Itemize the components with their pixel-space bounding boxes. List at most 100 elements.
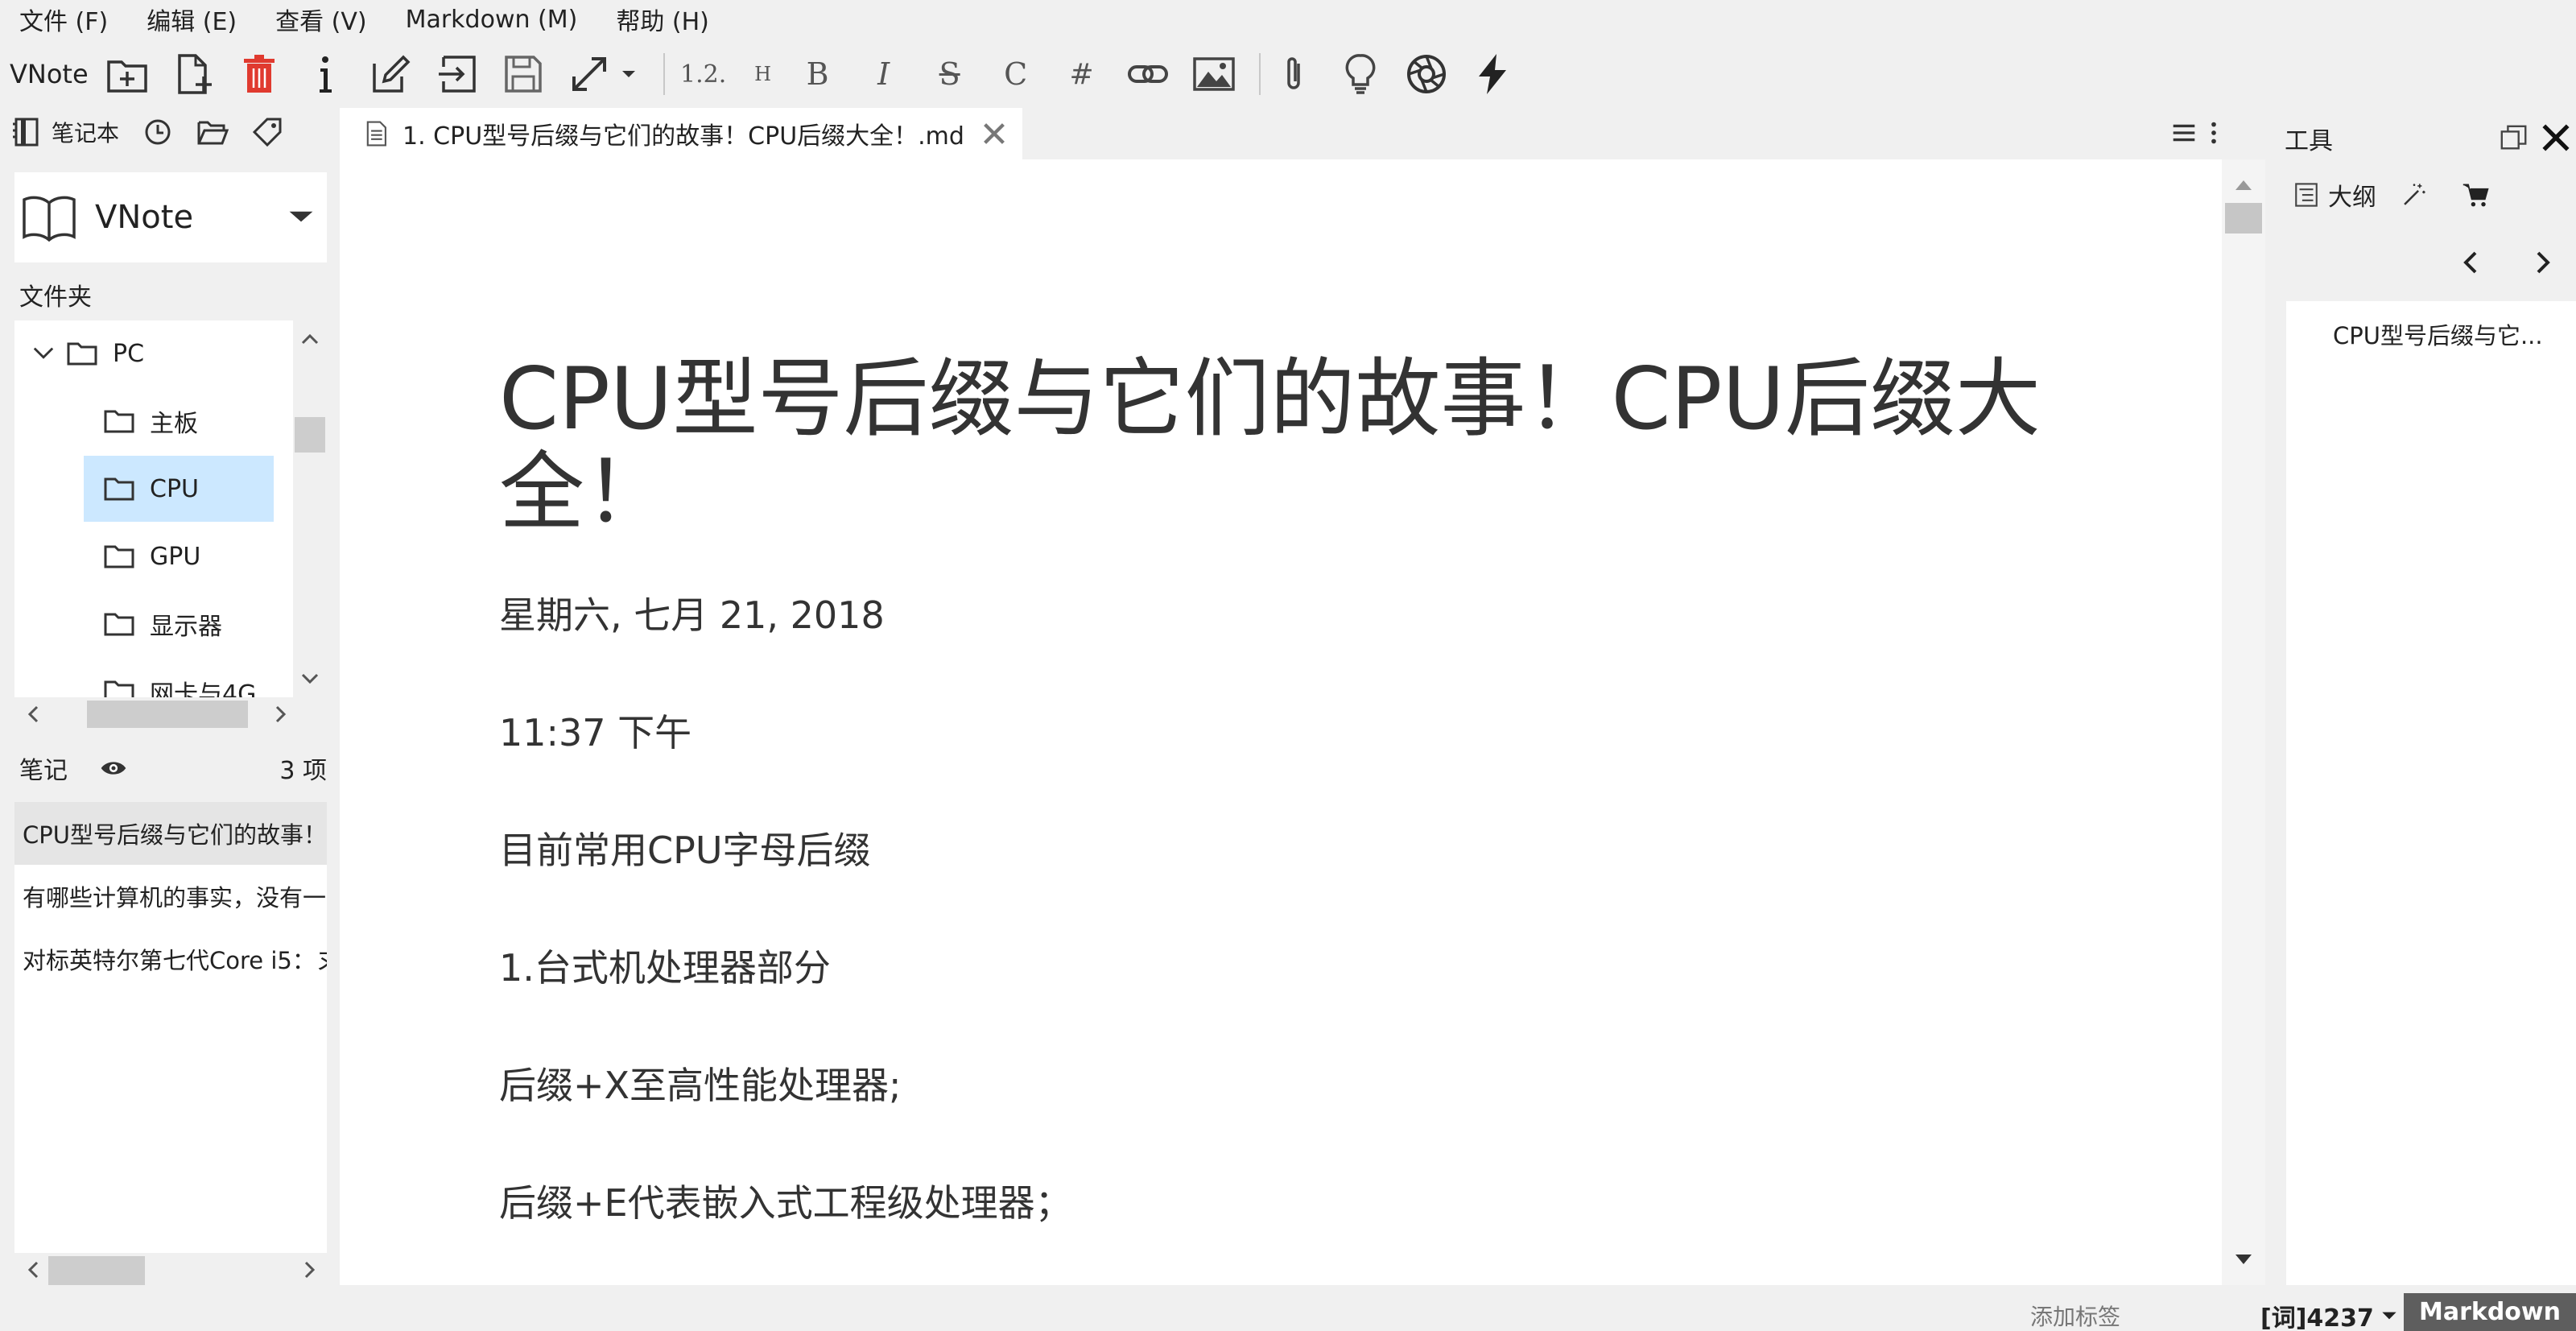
menu-edit[interactable]: 编辑 (E)	[147, 2, 237, 37]
toolbar-separator	[663, 53, 665, 95]
menu-help[interactable]: 帮助 (H)	[616, 2, 709, 37]
tree-item-network[interactable]: 网卡与4G	[103, 659, 293, 697]
tab-outline[interactable]: 大纲	[2293, 177, 2376, 213]
chevron-right-icon[interactable]	[264, 697, 296, 731]
folder-tree-vscrollbar[interactable]	[293, 320, 327, 697]
tag-icon	[252, 118, 282, 147]
tree-item-label: 主板	[150, 410, 198, 438]
chevron-up-icon[interactable]	[2222, 169, 2265, 201]
code-block-button[interactable]: #	[1055, 47, 1109, 101]
chevron-down-icon[interactable]	[2222, 1243, 2265, 1275]
insert-image-button[interactable]	[1187, 47, 1241, 101]
notes-label: 笔记	[19, 757, 68, 785]
tree-item-gpu[interactable]: GPU	[103, 523, 293, 589]
inline-code-button[interactable]: C	[989, 47, 1043, 101]
attachment-button[interactable]	[1267, 47, 1322, 101]
editor-vscrollbar[interactable]	[2222, 159, 2265, 1285]
info-icon	[319, 56, 332, 93]
scrollbar-thumb[interactable]	[87, 701, 248, 728]
save-button[interactable]	[496, 47, 551, 101]
note-item[interactable]: CPU型号后缀与它们的故事！	[14, 802, 327, 865]
numbered-list-button[interactable]: 1.2.	[671, 47, 736, 101]
editor-tab-bar: 1. CPU型号后缀与它们的故事！CPU后缀大全！.md	[340, 108, 2222, 159]
tree-item-label: 网卡与4G	[150, 680, 257, 697]
chevron-left-icon[interactable]	[2455, 246, 2487, 279]
chevron-right-icon[interactable]	[2526, 246, 2558, 279]
close-icon[interactable]	[2539, 121, 2573, 155]
more-vertical-icon[interactable]	[2206, 118, 2222, 148]
chevron-left-icon[interactable]	[18, 697, 50, 731]
exit-edit-button[interactable]	[430, 47, 485, 101]
editor-tab[interactable]: 1. CPU型号后缀与它们的故事！CPU后缀大全！.md	[340, 108, 1022, 159]
tree-item-cpu[interactable]: CPU	[84, 456, 274, 522]
cart-icon[interactable]	[2462, 180, 2491, 209]
new-note-button[interactable]	[166, 47, 221, 101]
italic-icon: I	[877, 56, 890, 92]
outline-item[interactable]: CPU型号后缀与它...	[2333, 317, 2543, 351]
folder-tree-hscrollbar[interactable]	[14, 697, 327, 731]
info-button[interactable]	[298, 47, 353, 101]
close-icon[interactable]	[979, 118, 1009, 149]
lightbulb-icon	[1345, 54, 1376, 94]
tab-notebooks-label: 笔记本	[52, 120, 120, 147]
tab-outline-label: 大纲	[2328, 184, 2376, 212]
folder-icon	[104, 613, 134, 636]
float-window-icon[interactable]	[2499, 122, 2529, 153]
document-icon	[366, 121, 386, 147]
tools-tabs: 大纲	[2286, 172, 2568, 217]
chevron-down-icon[interactable]	[31, 341, 56, 366]
menu-icon[interactable]	[2169, 118, 2199, 148]
quick-action-button[interactable]	[1465, 47, 1520, 101]
new-notebook-button[interactable]	[100, 47, 155, 101]
expand-dropdown-button[interactable]	[617, 47, 641, 101]
notes-hscrollbar[interactable]	[14, 1253, 327, 1288]
note-item[interactable]: 对标英特尔第七代Core i5：ヌ	[14, 928, 327, 990]
edit-button[interactable]	[364, 47, 419, 101]
menu-view[interactable]: 查看 (V)	[275, 2, 366, 37]
bold-button[interactable]: B	[791, 47, 845, 101]
strikethrough-button[interactable]: S	[923, 47, 977, 101]
left-panel-tabs: 笔记本	[11, 111, 333, 153]
menu-file[interactable]: 文件 (F)	[19, 2, 108, 37]
clock-icon	[145, 119, 171, 145]
tree-item-motherboard[interactable]: 主板	[103, 388, 293, 454]
heading-button[interactable]: H	[747, 47, 779, 101]
tab-tags[interactable]	[251, 116, 283, 148]
editor-mode-badge[interactable]: Markdown	[2404, 1293, 2576, 1331]
chevron-down-icon[interactable]	[293, 662, 327, 694]
folder-icon	[67, 342, 97, 366]
code-icon: C	[1004, 56, 1028, 92]
insert-link-button[interactable]	[1121, 47, 1175, 101]
magic-wand-icon[interactable]	[2401, 181, 2428, 209]
word-count-value: [词]4237	[2260, 1304, 2374, 1331]
scrollbar-thumb[interactable]	[295, 417, 325, 453]
folders-label: 文件夹	[19, 283, 92, 312]
expand-button[interactable]	[562, 47, 617, 101]
tree-item-pc[interactable]: PC	[31, 320, 288, 386]
notebook-selector[interactable]: VNote	[14, 172, 327, 262]
snapshot-button[interactable]	[1399, 47, 1454, 101]
chevron-right-icon[interactable]	[293, 1253, 325, 1287]
scrollbar-thumb[interactable]	[48, 1256, 145, 1285]
tip-button[interactable]	[1333, 47, 1388, 101]
notebook-icon	[13, 118, 39, 147]
scrollbar-thumb[interactable]	[2225, 203, 2262, 234]
word-count[interactable]: [词]4237	[2260, 1298, 2400, 1331]
notes-list: CPU型号后缀与它们的故事！ 有哪些计算机的事实，没有一 对标英特尔第七代Cor…	[14, 802, 327, 1253]
add-tag-input[interactable]: 添加标签	[2030, 1300, 2120, 1331]
statusbar	[0, 1288, 2576, 1331]
menu-markdown[interactable]: Markdown (M)	[406, 6, 578, 34]
editor-view[interactable]: CPU型号后缀与它们的故事！CPU后缀大全！ 星期六, 七月 21, 2018 …	[340, 159, 2222, 1285]
tab-explorer[interactable]	[196, 116, 229, 148]
italic-button[interactable]: I	[857, 47, 911, 101]
delete-button[interactable]	[232, 47, 287, 101]
tab-notebooks[interactable]: 笔记本	[11, 116, 119, 148]
book-open-icon	[23, 196, 76, 242]
chevron-left-icon[interactable]	[18, 1253, 50, 1287]
eye-icon[interactable]	[100, 754, 127, 782]
tree-item-monitor[interactable]: 显示器	[103, 591, 293, 657]
note-item[interactable]: 有哪些计算机的事实，没有一	[14, 865, 327, 928]
chevron-up-icon[interactable]	[293, 324, 327, 356]
tab-history[interactable]	[142, 116, 174, 148]
hash-icon: #	[1069, 57, 1094, 91]
